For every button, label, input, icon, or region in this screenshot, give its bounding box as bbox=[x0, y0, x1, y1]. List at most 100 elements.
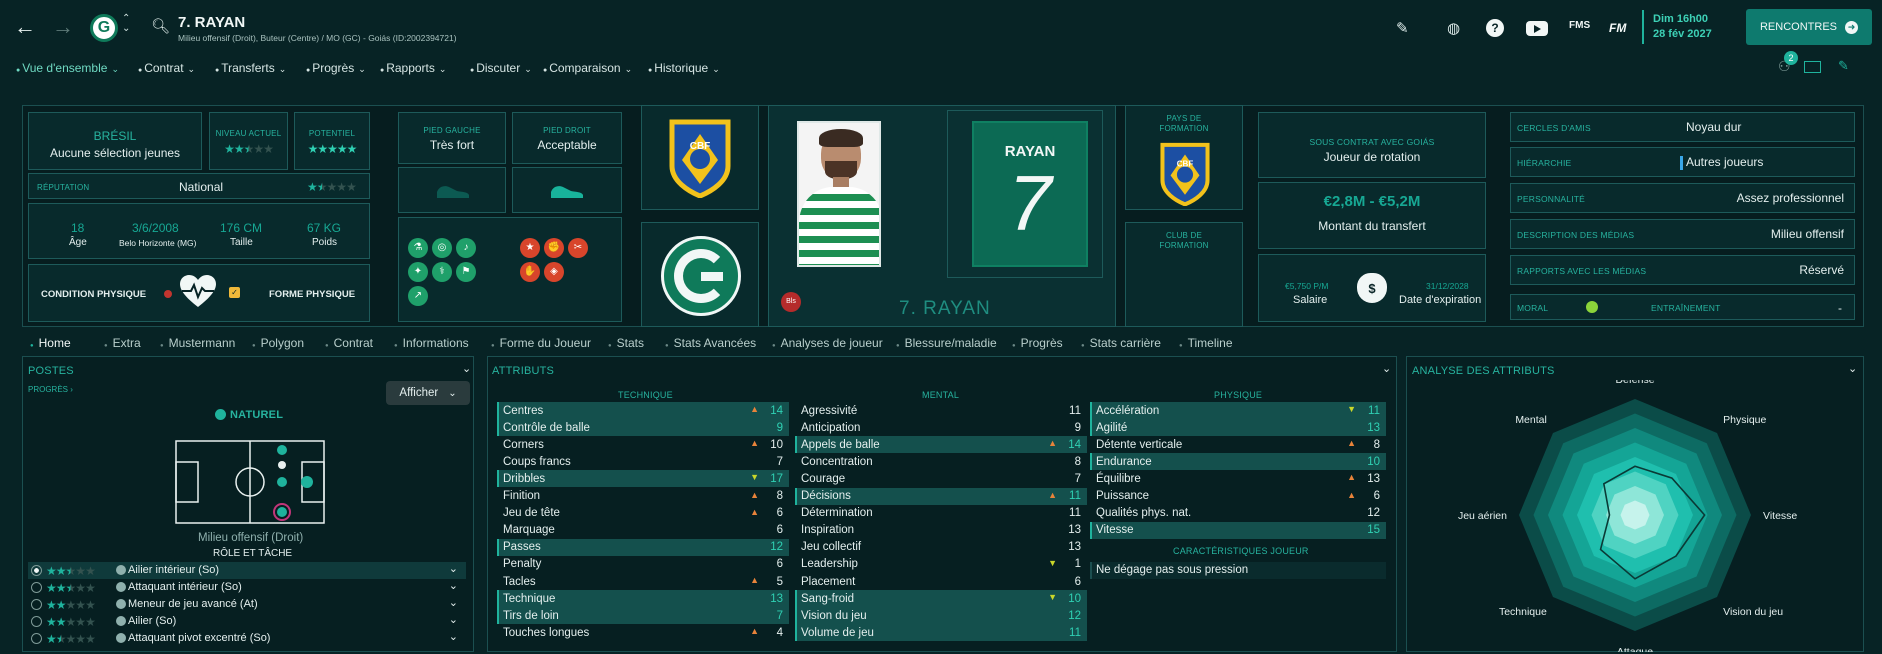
attribute-row[interactable]: Endurance 10 bbox=[1090, 453, 1386, 471]
trait-badge-icon[interactable]: ◎ bbox=[432, 238, 452, 258]
tab-0[interactable]: ● Home bbox=[30, 336, 71, 350]
club-logo-icon[interactable]: G bbox=[90, 14, 118, 42]
screen-icon[interactable] bbox=[1804, 61, 1821, 73]
attribute-row[interactable]: Qualités phys. nat. 12 bbox=[1090, 505, 1386, 522]
fms-icon[interactable]: FMS bbox=[1569, 20, 1590, 31]
role-radio[interactable] bbox=[31, 565, 42, 576]
fm-icon[interactable]: FM bbox=[1609, 21, 1626, 35]
attribute-row[interactable]: Vision du jeu 12 bbox=[795, 607, 1087, 625]
role-expand-icon[interactable]: ⌄ bbox=[449, 596, 458, 609]
attribute-row[interactable]: Volume de jeu 11 bbox=[795, 624, 1087, 642]
trait-badge-icon[interactable]: ✂ bbox=[568, 238, 588, 258]
nav-item-5[interactable]: ● Discuter ⌄ bbox=[470, 61, 532, 75]
info-icon[interactable] bbox=[116, 599, 126, 609]
trait-badge-icon[interactable]: ◈ bbox=[544, 262, 564, 282]
tab-12[interactable]: ● Stats carrière bbox=[1081, 336, 1161, 350]
tab-5[interactable]: ● Informations bbox=[394, 336, 469, 350]
attribute-row[interactable]: Concentration 8 bbox=[795, 453, 1087, 470]
role-radio[interactable] bbox=[31, 582, 42, 593]
attribute-row[interactable]: Courage 7 bbox=[795, 470, 1087, 487]
role-expand-icon[interactable]: ⌄ bbox=[449, 613, 458, 626]
attribute-row[interactable]: Corners ▲ 10 bbox=[497, 436, 789, 453]
role-row[interactable]: ★★★★★ Ailier (So) ⌄ bbox=[28, 613, 466, 630]
nav-item-0[interactable]: ● Vue d'ensemble ⌄ bbox=[16, 61, 119, 75]
nav-item-3[interactable]: ● Progrès ⌄ bbox=[306, 61, 366, 75]
trait-badge-icon[interactable]: ⚕ bbox=[432, 262, 452, 282]
info-icon[interactable] bbox=[116, 616, 126, 626]
attribute-row[interactable]: Appels de balle ▲ 14 bbox=[795, 436, 1087, 454]
trait-badge-icon[interactable]: ★ bbox=[520, 238, 540, 258]
tab-11[interactable]: ● Progrès bbox=[1012, 336, 1063, 350]
attribute-row[interactable]: Passes 12 bbox=[497, 538, 789, 556]
trait-badge-icon[interactable]: ✋ bbox=[520, 262, 540, 282]
attributes-collapse-icon[interactable]: ⌄ bbox=[1382, 362, 1391, 375]
radar-collapse-icon[interactable]: ⌄ bbox=[1848, 362, 1857, 375]
globe-icon[interactable]: ◍ bbox=[1447, 19, 1460, 37]
forward-arrow-icon[interactable]: → bbox=[52, 14, 74, 40]
nav-item-7[interactable]: ● Historique ⌄ bbox=[648, 61, 720, 75]
attribute-row[interactable]: Vitesse 15 bbox=[1090, 521, 1386, 539]
info-icon[interactable] bbox=[116, 565, 126, 575]
back-arrow-icon[interactable]: ← bbox=[14, 14, 36, 40]
trait-badge-icon[interactable]: ⚑ bbox=[456, 262, 476, 282]
attribute-row[interactable]: Anticipation 9 bbox=[795, 419, 1087, 436]
nav-item-4[interactable]: ● Rapports ⌄ bbox=[380, 61, 446, 75]
attribute-row[interactable]: Détermination 11 bbox=[795, 505, 1087, 522]
info-icon[interactable] bbox=[116, 582, 126, 592]
role-radio[interactable] bbox=[31, 633, 42, 644]
attribute-row[interactable]: Dribbles ▼ 17 bbox=[497, 470, 789, 488]
role-radio[interactable] bbox=[31, 599, 42, 610]
youtube-icon[interactable] bbox=[1526, 21, 1548, 36]
tab-8[interactable]: ● Stats Avancées bbox=[665, 336, 756, 350]
attribute-row[interactable]: Coups francs 7 bbox=[497, 453, 789, 470]
role-row[interactable]: ★★★★★ Attaquant pivot excentré (So) ⌄ bbox=[28, 630, 466, 647]
trait-badge-icon[interactable]: ⚗ bbox=[408, 238, 428, 258]
help-icon[interactable]: ? bbox=[1486, 19, 1504, 37]
trait-badge-icon[interactable]: ✊ bbox=[544, 238, 564, 258]
attribute-row[interactable]: Accélération ▼ 11 bbox=[1090, 402, 1386, 419]
injury-badge[interactable]: Bls bbox=[781, 292, 801, 312]
trait-badge-icon[interactable]: ✦ bbox=[408, 262, 428, 282]
trait-badge-icon[interactable]: ♪ bbox=[456, 238, 476, 258]
attribute-row[interactable]: Penalty 6 bbox=[497, 556, 789, 573]
tab-4[interactable]: ● Contrat bbox=[325, 336, 373, 350]
attribute-row[interactable]: Agilité 13 bbox=[1090, 419, 1386, 437]
attribute-row[interactable]: Décisions ▲ 11 bbox=[795, 487, 1087, 505]
role-expand-icon[interactable]: ⌄ bbox=[449, 562, 458, 575]
attribute-row[interactable]: Technique 13 bbox=[497, 590, 789, 608]
trait-badge-icon[interactable]: ↗ bbox=[408, 286, 428, 306]
role-row[interactable]: ★★★★★ Ailier intérieur (So) ⌄ bbox=[28, 562, 466, 579]
show-dropdown[interactable]: Afficher ⌄ bbox=[386, 381, 470, 405]
edit-pencil-icon[interactable]: ✎ bbox=[1396, 19, 1409, 37]
attribute-row[interactable]: Jeu collectif 13 bbox=[795, 539, 1087, 556]
player-switch-chevrons-icon[interactable]: ⌃ ⌄ bbox=[122, 14, 130, 34]
attribute-row[interactable]: Contrôle de balle 9 bbox=[497, 419, 789, 437]
role-expand-icon[interactable]: ⌄ bbox=[449, 579, 458, 592]
role-row[interactable]: ★★★★★ Meneur de jeu avancé (At) ⌄ bbox=[28, 596, 466, 613]
attribute-row[interactable]: Agressivité 11 bbox=[795, 402, 1087, 419]
tab-7[interactable]: ● Stats bbox=[608, 336, 644, 350]
attribute-row[interactable]: Touches longues ▲ 4 bbox=[497, 624, 789, 641]
attribute-row[interactable]: Finition ▲ 8 bbox=[497, 488, 789, 505]
attribute-row[interactable]: Inspiration 13 bbox=[795, 522, 1087, 539]
attribute-row[interactable]: Centres ▲ 14 bbox=[497, 402, 789, 419]
tab-2[interactable]: ● Mustermann bbox=[160, 336, 235, 350]
positions-collapse-icon[interactable]: ⌄ bbox=[462, 362, 471, 375]
attribute-row[interactable]: Détente verticale ▲ 8 bbox=[1090, 436, 1386, 453]
tab-10[interactable]: ● Blessure/maladie bbox=[896, 336, 997, 350]
tab-3[interactable]: ● Polygon bbox=[252, 336, 304, 350]
info-icon[interactable] bbox=[116, 633, 126, 643]
nav-item-2[interactable]: ● Transferts ⌄ bbox=[215, 61, 286, 75]
role-row[interactable]: ★★★★★ Attaquant intérieur (So) ⌄ bbox=[28, 579, 466, 596]
nav-item-1[interactable]: ● Contrat ⌄ bbox=[138, 61, 195, 75]
attribute-row[interactable]: Placement 6 bbox=[795, 573, 1087, 590]
tab-1[interactable]: ● Extra bbox=[104, 336, 141, 350]
attribute-row[interactable]: Sang-froid ▼ 10 bbox=[795, 590, 1087, 608]
nav-item-6[interactable]: ● Comparaison ⌄ bbox=[543, 61, 632, 75]
search-icon[interactable]: 🔍︎ bbox=[151, 17, 170, 35]
tab-9[interactable]: ● Analyses de joueur bbox=[772, 336, 883, 350]
role-radio[interactable] bbox=[31, 616, 42, 627]
attribute-row[interactable]: Jeu de tête ▲ 6 bbox=[497, 505, 789, 522]
role-expand-icon[interactable]: ⌄ bbox=[449, 630, 458, 643]
attribute-row[interactable]: Tirs de loin 7 bbox=[497, 607, 789, 625]
